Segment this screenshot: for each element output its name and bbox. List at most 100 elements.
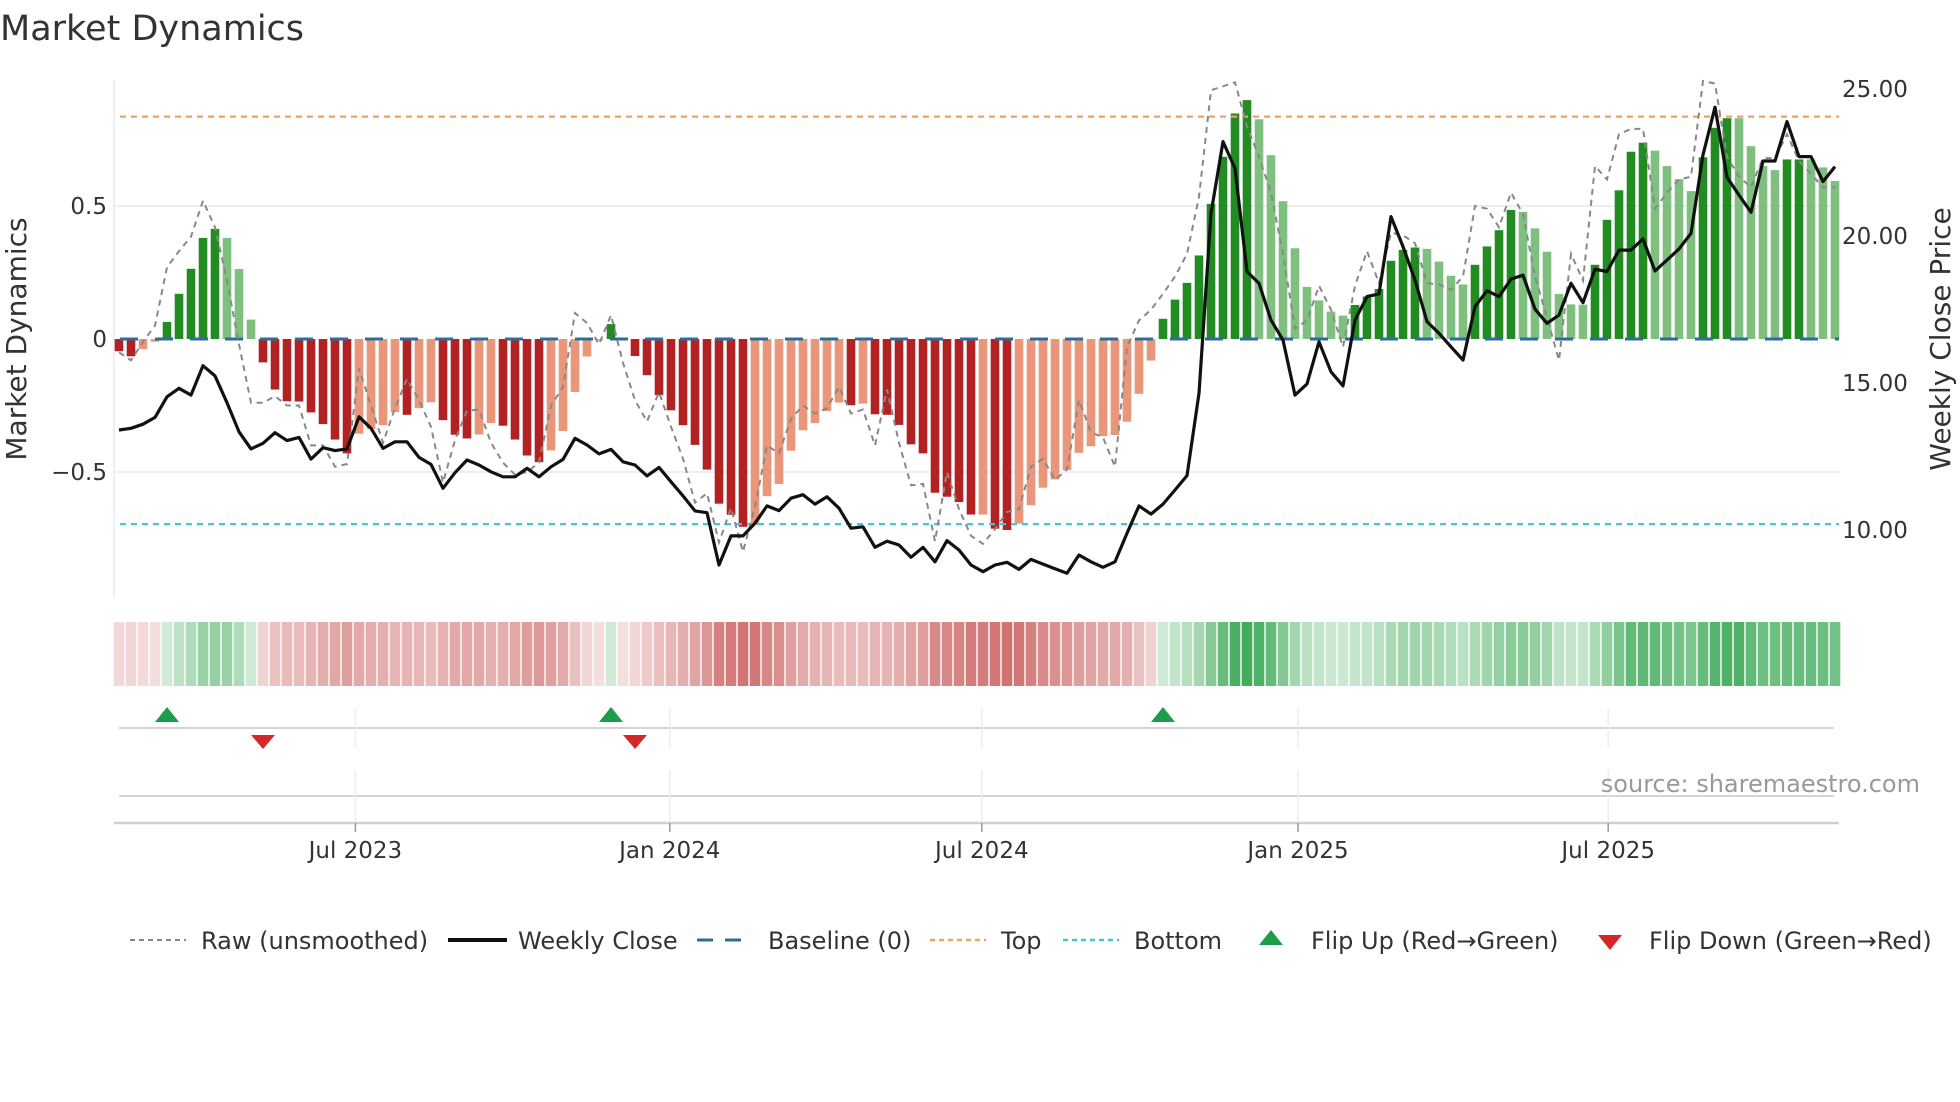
heat-strip-cell bbox=[941, 622, 953, 686]
dynamics-bar bbox=[750, 339, 760, 526]
heat-strip-cell bbox=[1133, 622, 1145, 686]
heat-strip-cell bbox=[1553, 622, 1565, 686]
dynamics-bar bbox=[1614, 190, 1624, 339]
dynamics-bar bbox=[654, 339, 664, 396]
heat-strip-cell bbox=[1301, 622, 1313, 686]
heat-strip-cell bbox=[1085, 622, 1097, 686]
dynamics-bar bbox=[270, 339, 280, 390]
heat-strip-cell bbox=[1181, 622, 1193, 686]
legend-raw-label: Raw (unsmoothed) bbox=[201, 927, 428, 955]
dynamics-bar bbox=[1578, 304, 1588, 339]
dynamics-bar bbox=[978, 339, 988, 515]
heat-strip-cell bbox=[785, 622, 797, 686]
heat-strip-cell bbox=[1493, 622, 1505, 686]
heat-strip-cell bbox=[1565, 622, 1577, 686]
heat-strip-cell bbox=[881, 622, 893, 686]
dynamics-bar bbox=[1830, 180, 1840, 339]
dynamics-bar bbox=[1818, 167, 1828, 339]
dynamics-bar bbox=[1434, 261, 1444, 339]
heat-strip-cell bbox=[113, 622, 125, 686]
heat-strip-cell bbox=[665, 622, 677, 686]
dynamics-bar bbox=[678, 339, 688, 426]
dynamics-bar bbox=[162, 321, 172, 339]
heat-strip-cell bbox=[1337, 622, 1349, 686]
dynamics-bar bbox=[1098, 339, 1108, 437]
dynamics-bar bbox=[1110, 339, 1120, 436]
dynamics-bar bbox=[474, 339, 484, 435]
heat-strip-cell bbox=[1325, 622, 1337, 686]
heat-strip-cell bbox=[1661, 622, 1673, 686]
heat-strip-cell bbox=[1097, 622, 1109, 686]
heat-strip-cell bbox=[857, 622, 869, 686]
heat-strip-cell bbox=[1793, 622, 1805, 686]
heat-strip-cell bbox=[1445, 622, 1457, 686]
heat-strip-cell bbox=[1277, 622, 1289, 686]
heat-strip-cell bbox=[353, 622, 365, 686]
heat-strip-cell bbox=[461, 622, 473, 686]
dynamics-bar bbox=[330, 339, 340, 440]
heat-strip-cell bbox=[1781, 622, 1793, 686]
dynamics-bar bbox=[1398, 249, 1408, 339]
legend-bottom-label: Bottom bbox=[1134, 927, 1222, 955]
heat-strip-cell bbox=[725, 622, 737, 686]
heat-strip-cell bbox=[1757, 622, 1769, 686]
heat-strip-cell bbox=[473, 622, 485, 686]
dynamics-bar bbox=[498, 339, 508, 426]
heat-strip-cell bbox=[1217, 622, 1229, 686]
x-tick-label: Jul 2024 bbox=[933, 838, 1029, 864]
dynamics-bar bbox=[1314, 300, 1324, 339]
dynamics-bar bbox=[570, 339, 580, 392]
heat-strip-cell bbox=[641, 622, 653, 686]
heat-strip-cell bbox=[377, 622, 389, 686]
dynamics-bar bbox=[1650, 150, 1660, 339]
heat-strip-cell bbox=[1745, 622, 1757, 686]
dynamics-bar bbox=[462, 339, 472, 439]
heat-strip-cell bbox=[1241, 622, 1253, 686]
heat-strip-cell bbox=[1733, 622, 1745, 686]
heat-strip-cell bbox=[1073, 622, 1085, 686]
heat-strip-cell bbox=[317, 622, 329, 686]
x-tick-label: Jul 2025 bbox=[1559, 838, 1655, 864]
heat-strip-cell bbox=[1145, 622, 1157, 686]
dynamics-bar bbox=[126, 339, 136, 357]
heat-strip-cell bbox=[1577, 622, 1589, 686]
dynamics-bar bbox=[1230, 113, 1240, 339]
heat-strip-cell bbox=[1601, 622, 1613, 686]
heat-strip-cell bbox=[1025, 622, 1037, 686]
heat-strip-cell bbox=[533, 622, 545, 686]
dynamics-bar bbox=[222, 237, 232, 339]
dynamics-bar bbox=[1218, 156, 1228, 339]
heat-strip-cell bbox=[1637, 622, 1649, 686]
dynamics-bar bbox=[198, 237, 208, 339]
dynamics-bar bbox=[954, 339, 964, 503]
heat-strip-cell bbox=[1385, 622, 1397, 686]
heat-strip-cell bbox=[1013, 622, 1025, 686]
flip-up-marker bbox=[1151, 707, 1175, 722]
flip-markers-panel bbox=[119, 707, 1834, 822]
dynamics-bar bbox=[666, 339, 676, 411]
heat-strip-cell bbox=[569, 622, 581, 686]
x-axis: Jul 2023 Jan 2024 Jul 2024 Jan 2025 Jul 2025 bbox=[114, 821, 1839, 864]
heat-strip-cell bbox=[605, 622, 617, 686]
heat-strip-cell bbox=[257, 622, 269, 686]
heat-strip-cell bbox=[221, 622, 233, 686]
dynamics-bar bbox=[486, 339, 496, 424]
heat-strip-cell bbox=[1817, 622, 1829, 686]
heat-strip-cell bbox=[737, 622, 749, 686]
right-axis-label: Weekly Close Price bbox=[1924, 207, 1957, 470]
heat-strip-cell bbox=[173, 622, 185, 686]
heat-strip-cell bbox=[137, 622, 149, 686]
dynamics-bar bbox=[1074, 339, 1084, 453]
dynamics-bar bbox=[606, 324, 616, 339]
dynamics-bar bbox=[534, 339, 544, 463]
heat-strip-cell bbox=[329, 622, 341, 686]
heat-strip-cell bbox=[581, 622, 593, 686]
dynamics-bar bbox=[1170, 299, 1180, 339]
dynamics-bar bbox=[870, 339, 880, 415]
heat-strip-cell bbox=[905, 622, 917, 686]
dynamics-bar bbox=[1374, 288, 1384, 339]
heat-strip-cell bbox=[293, 622, 305, 686]
heat-strip-cell bbox=[1157, 622, 1169, 686]
heat-strip-cell bbox=[917, 622, 929, 686]
heat-strip-cell bbox=[953, 622, 965, 686]
